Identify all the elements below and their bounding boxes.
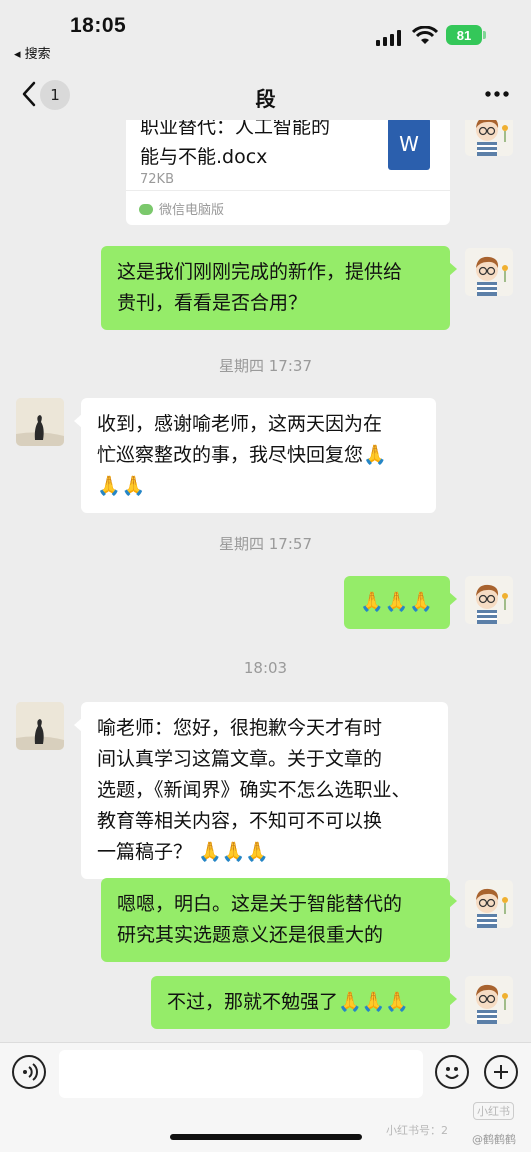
- message-text-line: 教育等相关内容，不知可不可以换: [97, 810, 383, 832]
- message-bubble-outgoing[interactable]: 🙏🙏🙏: [344, 576, 457, 629]
- voice-wave-icon: [23, 1063, 38, 1081]
- file-message-card[interactable]: 职业替代：人工智能的 能与不能.docx 72KB W 微信电脑版: [126, 120, 450, 225]
- status-time: 18:05: [70, 14, 127, 37]
- my-avatar[interactable]: [465, 248, 513, 296]
- voice-input-button[interactable]: [12, 1055, 46, 1089]
- more-functions-button[interactable]: [484, 1055, 518, 1089]
- more-options-icon[interactable]: [484, 90, 510, 98]
- message-text-line: 🙏🙏🙏: [360, 591, 434, 613]
- message-text-line: 研究其实选题意义还是很重大的: [117, 924, 384, 946]
- message-text-line: 间认真学习这篇文章。关于文章的: [97, 748, 383, 770]
- file-name-line1: 职业替代：人工智能的: [140, 120, 331, 138]
- cartoon-boy-icon: [465, 976, 513, 1024]
- back-to-app-link[interactable]: ◂ 搜索: [14, 43, 51, 62]
- message-input[interactable]: [59, 1050, 423, 1098]
- home-indicator[interactable]: [170, 1134, 362, 1140]
- message-bubble-outgoing[interactable]: 这是我们刚刚完成的新作，提供给 贵刊，看看是否合用？: [101, 246, 457, 330]
- message-text-line: 不过，那就不勉强了🙏🙏🙏: [167, 991, 409, 1013]
- message-bubble-outgoing[interactable]: 嗯嗯，明白。这是关于智能替代的 研究其实选题意义还是很重大的: [101, 878, 457, 962]
- message-bubble-outgoing[interactable]: 不过，那就不勉强了🙏🙏🙏: [151, 976, 457, 1029]
- message-text-line: 这是我们刚刚完成的新作，提供给: [117, 261, 403, 283]
- cartoon-boy-icon: [465, 248, 513, 296]
- contact-avatar[interactable]: [16, 702, 64, 750]
- chat-messages-area[interactable]: 职业替代：人工智能的 能与不能.docx 72KB W 微信电脑版 这是我们刚刚…: [0, 120, 531, 1042]
- signal-icon: [376, 30, 401, 46]
- message-text-line: 贵刊，看看是否合用？: [117, 292, 308, 314]
- cartoon-boy-icon: [465, 880, 513, 928]
- cartoon-boy-icon: [465, 576, 513, 624]
- wifi-icon: [412, 26, 438, 44]
- timestamp: 18:03: [243, 659, 288, 677]
- emoji-button[interactable]: [435, 1055, 469, 1089]
- timestamp: 星期四 17:37: [219, 357, 312, 375]
- file-source-label: 微信电脑版: [159, 203, 225, 218]
- message-text-line: 嗯嗯，明白。这是关于智能替代的: [117, 893, 403, 915]
- silhouette-photo-icon: [16, 702, 64, 750]
- message-text-line: 🙏🙏: [97, 475, 147, 497]
- my-avatar[interactable]: [465, 576, 513, 624]
- chat-title: 段: [255, 87, 276, 111]
- watermark-logo: 小红书: [473, 1102, 514, 1120]
- timestamp: 星期四 17:57: [219, 535, 312, 553]
- my-avatar[interactable]: [465, 120, 513, 156]
- plus-icon: [494, 1065, 508, 1079]
- wechat-pc-icon: [139, 204, 153, 215]
- my-avatar[interactable]: [465, 976, 513, 1024]
- silhouette-photo-icon: [16, 398, 64, 446]
- smiley-icon: [445, 1067, 459, 1079]
- file-size: 72KB: [140, 172, 174, 187]
- file-name-line2: 能与不能.docx: [140, 146, 268, 168]
- watermark-user: @鹤鹤鹤: [472, 1133, 516, 1146]
- message-text-line: 选题，《新闻界》确实不怎么选职业、: [97, 779, 411, 801]
- message-text-line: 喻老师：您好，很抱歉今天才有时: [97, 717, 383, 739]
- word-file-letter: W: [399, 132, 419, 156]
- watermark-id: 小红书号：2: [386, 1124, 448, 1137]
- message-text-line: 忙巡察整改的事，我尽快回复您🙏: [97, 444, 387, 466]
- message-bubble-incoming[interactable]: 收到，感谢喻老师，这两天因为在 忙巡察整改的事，我尽快回复您🙏 🙏🙏: [74, 398, 436, 513]
- message-text-line: 收到，感谢喻老师，这两天因为在: [97, 413, 383, 435]
- cartoon-boy-icon: [465, 120, 513, 156]
- word-file-icon: W: [388, 120, 430, 170]
- contact-avatar[interactable]: [16, 398, 64, 446]
- message-text-line: 一篇稿子？ 🙏🙏🙏: [97, 841, 270, 863]
- my-avatar[interactable]: [465, 880, 513, 928]
- message-bubble-incoming[interactable]: 喻老师：您好，很抱歉今天才有时 间认真学习这篇文章。关于文章的 选题，《新闻界》…: [74, 702, 448, 879]
- battery-indicator: 81: [446, 25, 486, 45]
